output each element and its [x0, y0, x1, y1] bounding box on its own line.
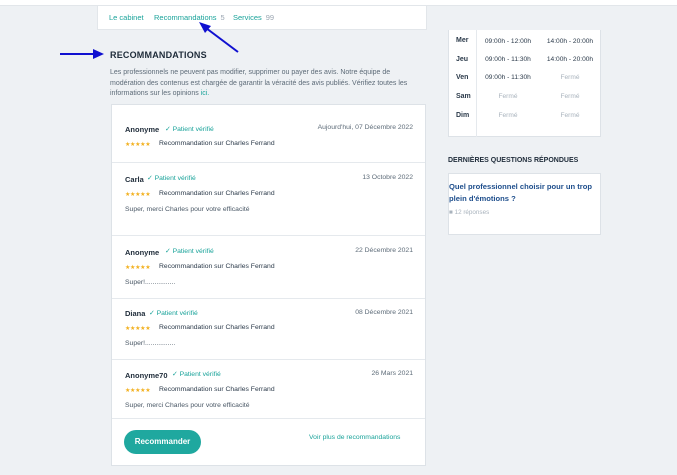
hours-afternoon: Fermé: [560, 112, 580, 119]
hours-afternoon: 14:00h - 20:00h: [546, 38, 594, 45]
review-item: Anonyme70 ✓ Patient vérifié 26 Mars 2021…: [112, 360, 425, 419]
verified-badge: ✓ Patient vérifié: [165, 248, 214, 255]
review-subject: Recommandation sur Charles Ferrand: [159, 324, 275, 331]
review-subject: Recommandation sur Charles Ferrand: [159, 140, 275, 147]
star-rating: ★★★★★: [125, 264, 151, 271]
tab-count: 99: [265, 13, 275, 22]
hours-morning: 09:00h - 11:30h: [485, 74, 531, 81]
review-date: 22 Décembre 2021: [355, 247, 413, 254]
review-date: Aujourd'hui, 07 Décembre 2022: [317, 124, 413, 131]
question-answers: ■ 12 réponses: [449, 209, 490, 216]
hours-morning: 09:00h - 12:00h: [484, 38, 532, 45]
review-date: 26 Mars 2021: [371, 370, 413, 377]
comment-icon: ■: [449, 209, 453, 216]
tab-count: 5: [220, 13, 225, 22]
star-rating: ★★★★★: [125, 387, 151, 394]
verified-badge: ✓ Patient vérifié: [165, 126, 214, 133]
hours-day: Ven: [456, 74, 469, 81]
section-title: RECOMMANDATIONS: [110, 50, 207, 60]
verified-badge: ✓ Patient vérifié: [172, 371, 221, 378]
reviews-list: Anonyme ✓ Patient vérifié Aujourd'hui, 0…: [111, 104, 426, 466]
hours-afternoon: Fermé: [560, 74, 580, 81]
hours-afternoon: Fermé: [560, 93, 580, 100]
info-link[interactable]: ici.: [201, 90, 210, 97]
opening-hours-panel: [448, 30, 601, 137]
review-author: Diana: [125, 309, 146, 318]
hours-day: Dim: [456, 112, 470, 119]
review-author: Carla: [125, 175, 144, 184]
review-subject: Recommandation sur Charles Ferrand: [159, 386, 275, 393]
review-date: 08 Décembre 2021: [355, 309, 413, 316]
review-date: 13 Octobre 2022: [362, 174, 413, 181]
hours-day: Mer: [456, 37, 469, 44]
tab-le-cabinet[interactable]: Le cabinet: [109, 13, 144, 22]
tab-services[interactable]: Services 99: [233, 13, 274, 22]
tab-recommandations[interactable]: Recommandations 5: [154, 13, 225, 22]
review-subject: Recommandation sur Charles Ferrand: [159, 190, 275, 197]
hours-day: Jeu: [456, 56, 469, 63]
verified-badge: ✓ Patient vérifié: [149, 310, 198, 317]
hours-morning: Fermé: [498, 112, 518, 119]
review-text: Super, merci Charles pour votre efficaci…: [125, 206, 250, 213]
hours-morning: 09:00h - 11:30h: [485, 56, 531, 63]
review-item: Carla ✓ Patient vérifié 13 Octobre 2022 …: [112, 163, 425, 236]
question-link[interactable]: Quel professionnel choisir pour un trop …: [448, 181, 598, 205]
review-author: Anonyme: [125, 125, 160, 134]
hours-divider: [476, 30, 477, 137]
review-text: Super!................: [125, 279, 176, 286]
review-author: Anonyme70: [125, 371, 168, 380]
review-item: Anonyme ✓ Patient vérifié Aujourd'hui, 0…: [112, 105, 425, 163]
more-recommendations-link[interactable]: Voir plus de recommandations: [309, 434, 400, 441]
questions-title: DERNIÈRES QUESTIONS RÉPONDUES: [448, 157, 579, 164]
hours-afternoon: 14:00h - 20:00h: [546, 56, 594, 63]
star-rating: ★★★★★: [125, 325, 151, 332]
review-author: Anonyme: [125, 248, 160, 257]
profile-tabs: Le cabinet Recommandations 5 Services 99: [97, 6, 427, 30]
hours-morning: Fermé: [498, 93, 518, 100]
star-rating: ★★★★★: [125, 191, 151, 198]
section-description: Les professionnels ne peuvent pas modifi…: [110, 69, 408, 97]
hours-day: Sam: [456, 93, 471, 100]
review-text: Super!................: [125, 340, 176, 347]
star-rating: ★★★★★: [125, 141, 151, 148]
review-subject: Recommandation sur Charles Ferrand: [159, 263, 275, 270]
review-item: Diana ✓ Patient vérifié 08 Décembre 2021…: [112, 299, 425, 360]
review-item: Anonyme ✓ Patient vérifié 22 Décembre 20…: [112, 236, 425, 299]
verified-badge: ✓ Patient vérifié: [147, 175, 196, 182]
review-text: Super, merci Charles pour votre efficaci…: [125, 402, 250, 409]
recommend-button[interactable]: Recommander: [124, 430, 201, 454]
